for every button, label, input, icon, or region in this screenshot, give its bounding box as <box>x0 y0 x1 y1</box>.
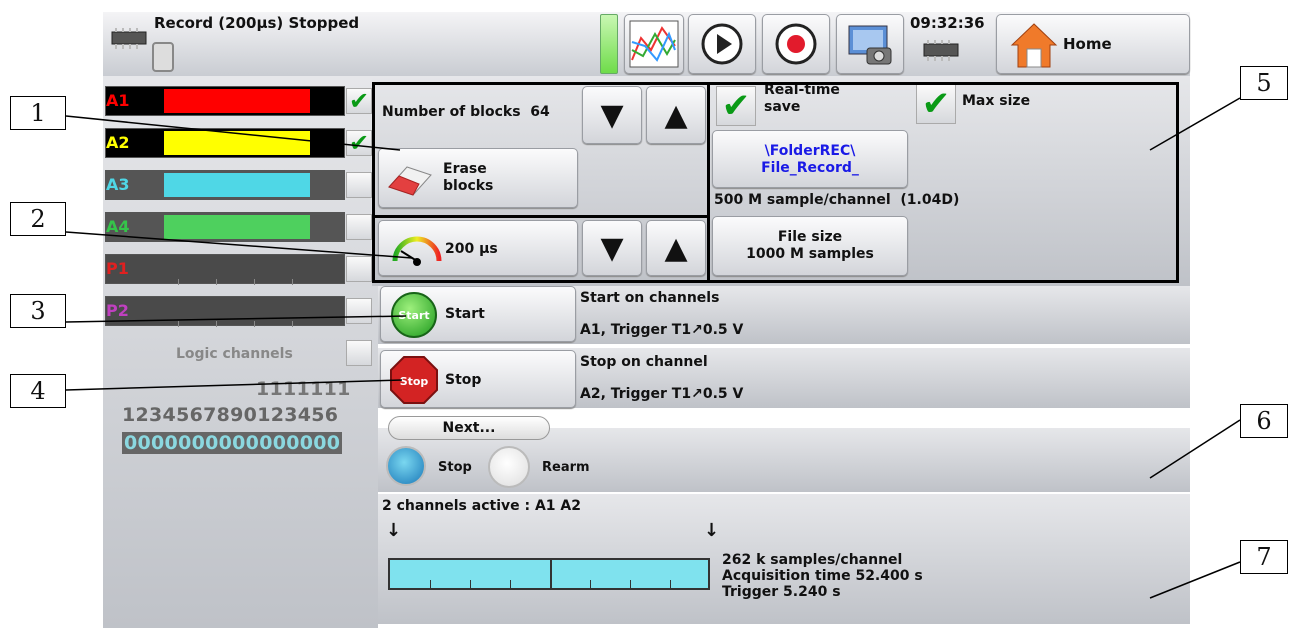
callout-lines <box>65 97 1241 599</box>
callout-1: 1 <box>10 96 66 130</box>
callout-5: 5 <box>1240 66 1288 100</box>
callout-3: 3 <box>10 294 66 328</box>
callout-6: 6 <box>1240 404 1288 438</box>
callout-7: 7 <box>1240 540 1288 574</box>
callout-4: 4 <box>10 374 66 408</box>
callout-2: 2 <box>10 202 66 236</box>
